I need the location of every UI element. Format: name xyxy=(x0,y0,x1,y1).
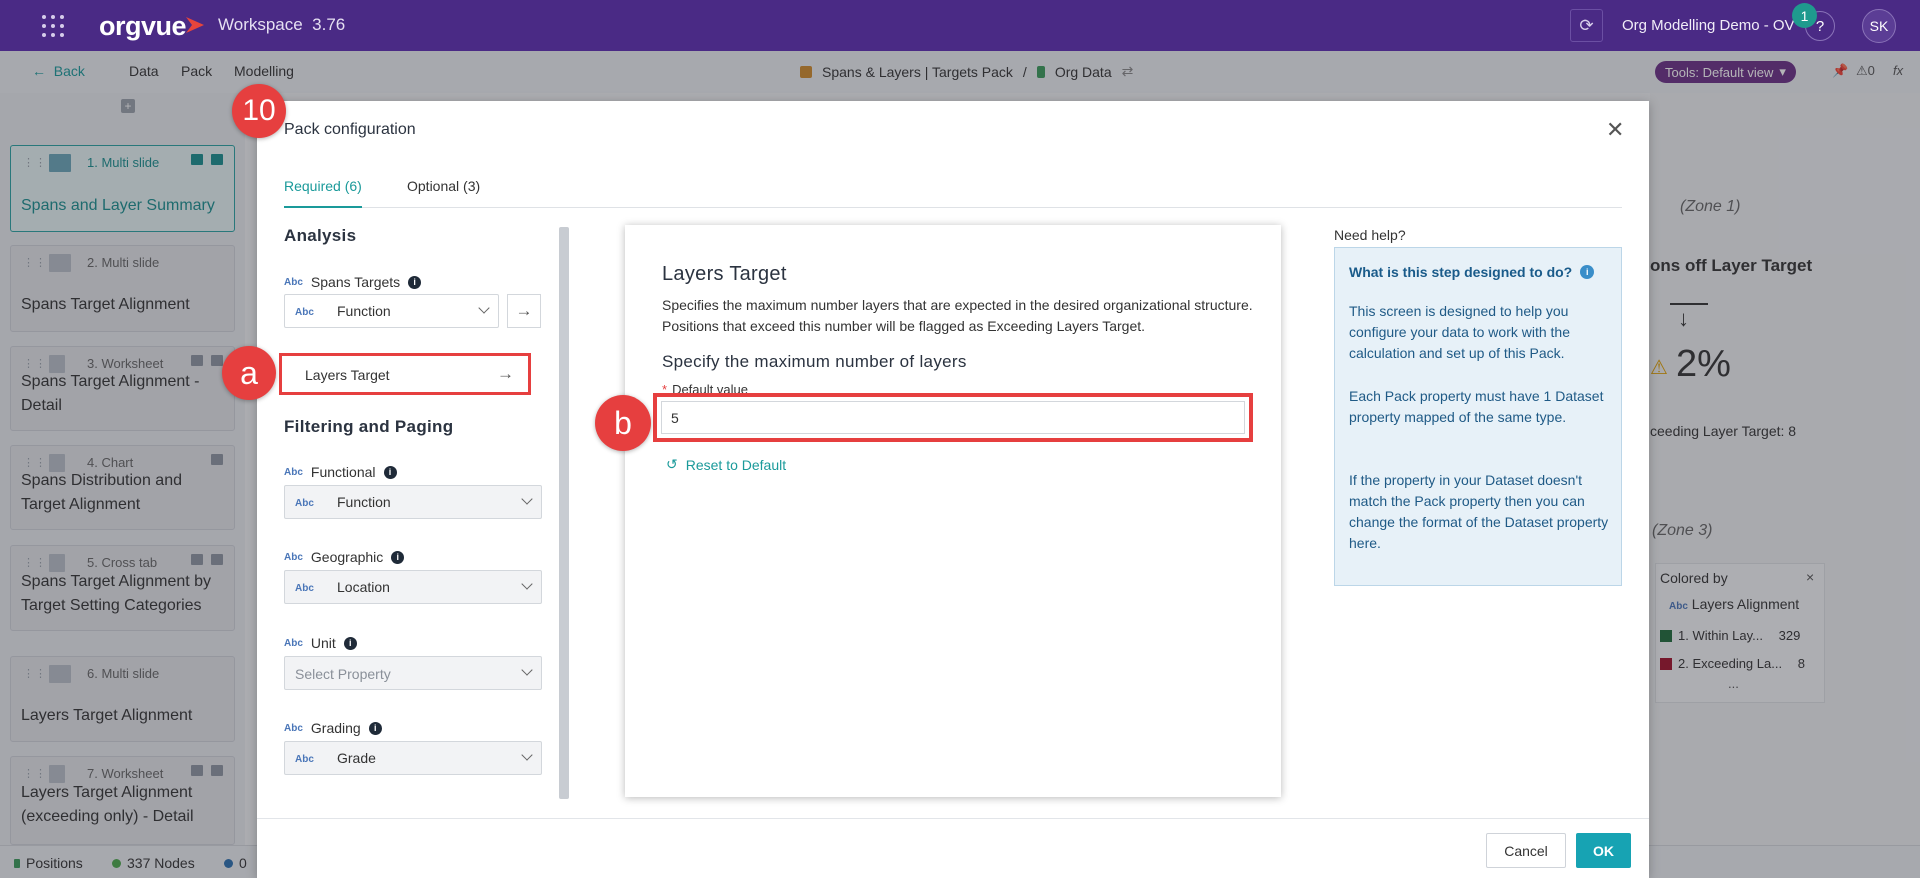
refresh-icon: ⟳ xyxy=(1579,15,1594,35)
dialog-title: Pack configuration xyxy=(284,121,416,138)
info-icon[interactable]: i xyxy=(383,465,397,479)
step-marker: 10 xyxy=(232,84,286,138)
cancel-button[interactable]: Cancel xyxy=(1486,833,1566,868)
undo-icon: ↺ xyxy=(666,456,678,472)
default-value-highlight: 5 xyxy=(653,393,1253,442)
dialog-tabs: Required (6) Optional (3) xyxy=(284,178,1622,208)
spans-targets-select[interactable]: Abc Function xyxy=(284,294,499,328)
dialog-footer: Cancel OK xyxy=(257,818,1649,878)
user-avatar[interactable]: SK xyxy=(1862,9,1896,43)
annotation-marker-b: b xyxy=(595,395,651,451)
help-paragraph: This screen is designed to help you conf… xyxy=(1349,303,1571,361)
help-question: What is this step designed to do? i xyxy=(1349,264,1595,280)
help-paragraph: If the property in your Dataset doesn't … xyxy=(1349,472,1609,551)
grading-select[interactable]: Abc Grade xyxy=(284,741,542,775)
chevron-down-icon xyxy=(478,302,490,314)
top-bar: orgvue Workspace 3.76 ⟳ Org Modelling De… xyxy=(0,0,1920,51)
project-name[interactable]: Org Modelling Demo - OV xyxy=(1622,17,1795,34)
layers-target-card: Layers Target Specifies the maximum numb… xyxy=(625,225,1281,797)
functional-select[interactable]: Abc Function xyxy=(284,485,542,519)
info-icon[interactable]: i xyxy=(1580,265,1595,279)
spans-targets-open-button[interactable]: → xyxy=(507,294,541,328)
help-paragraph: Each Pack property must have 1 Dataset p… xyxy=(1349,388,1604,425)
geographic-label: Abc Geographic i xyxy=(284,549,405,565)
tab-required[interactable]: Required (6) xyxy=(284,178,362,208)
left-scrollbar[interactable] xyxy=(559,227,569,799)
card-description: Specifies the maximum number layers that… xyxy=(662,297,1253,334)
close-icon[interactable]: ✕ xyxy=(1606,119,1624,141)
arrow-right-icon: → xyxy=(497,364,514,383)
card-title: Layers Target xyxy=(662,263,787,285)
chevron-down-icon xyxy=(521,664,533,676)
grading-label: Abc Grading i xyxy=(284,720,382,736)
unit-select[interactable]: Select Property xyxy=(284,656,542,690)
geographic-select[interactable]: Abc Location xyxy=(284,570,542,604)
refresh-button[interactable]: ⟳ xyxy=(1570,9,1603,42)
ok-button[interactable]: OK xyxy=(1576,833,1631,868)
annotation-marker-a: a xyxy=(222,346,276,400)
layers-target-button[interactable]: Layers Target → xyxy=(279,353,531,395)
default-value-input[interactable]: 5 xyxy=(661,401,1245,434)
chevron-down-icon xyxy=(521,749,533,761)
spans-targets-label: Abc Spans Targets i xyxy=(284,274,422,290)
pack-configuration-dialog: Pack configuration ✕ Required (6) Option… xyxy=(257,101,1649,878)
info-icon[interactable]: i xyxy=(368,721,382,735)
functional-label: Abc Functional i xyxy=(284,464,397,480)
reset-to-default-link[interactable]: ↺ Reset to Default xyxy=(666,456,786,473)
info-icon[interactable]: i xyxy=(408,275,422,289)
orgvue-logo-mark-icon xyxy=(186,17,204,33)
notification-badge[interactable]: 1 xyxy=(1792,3,1817,28)
help-panel: What is this step designed to do? i This… xyxy=(1334,247,1622,586)
chevron-down-icon xyxy=(521,578,533,590)
workspace-title: Workspace 3.76 xyxy=(218,15,346,34)
unit-label: Abc Unit i xyxy=(284,635,357,651)
analysis-heading: Analysis xyxy=(284,226,357,245)
filtering-heading: Filtering and Paging xyxy=(284,417,454,436)
card-subtitle: Specify the maximum number of layers xyxy=(662,352,967,371)
info-icon[interactable]: i xyxy=(391,550,405,564)
chevron-down-icon xyxy=(521,493,533,505)
app-grid-icon[interactable] xyxy=(42,15,66,37)
tab-optional[interactable]: Optional (3) xyxy=(407,178,480,202)
orgvue-logo: orgvue xyxy=(99,11,187,41)
info-icon[interactable]: i xyxy=(343,636,357,650)
arrow-right-icon: → xyxy=(515,301,533,320)
need-help-title: Need help? xyxy=(1334,227,1406,243)
